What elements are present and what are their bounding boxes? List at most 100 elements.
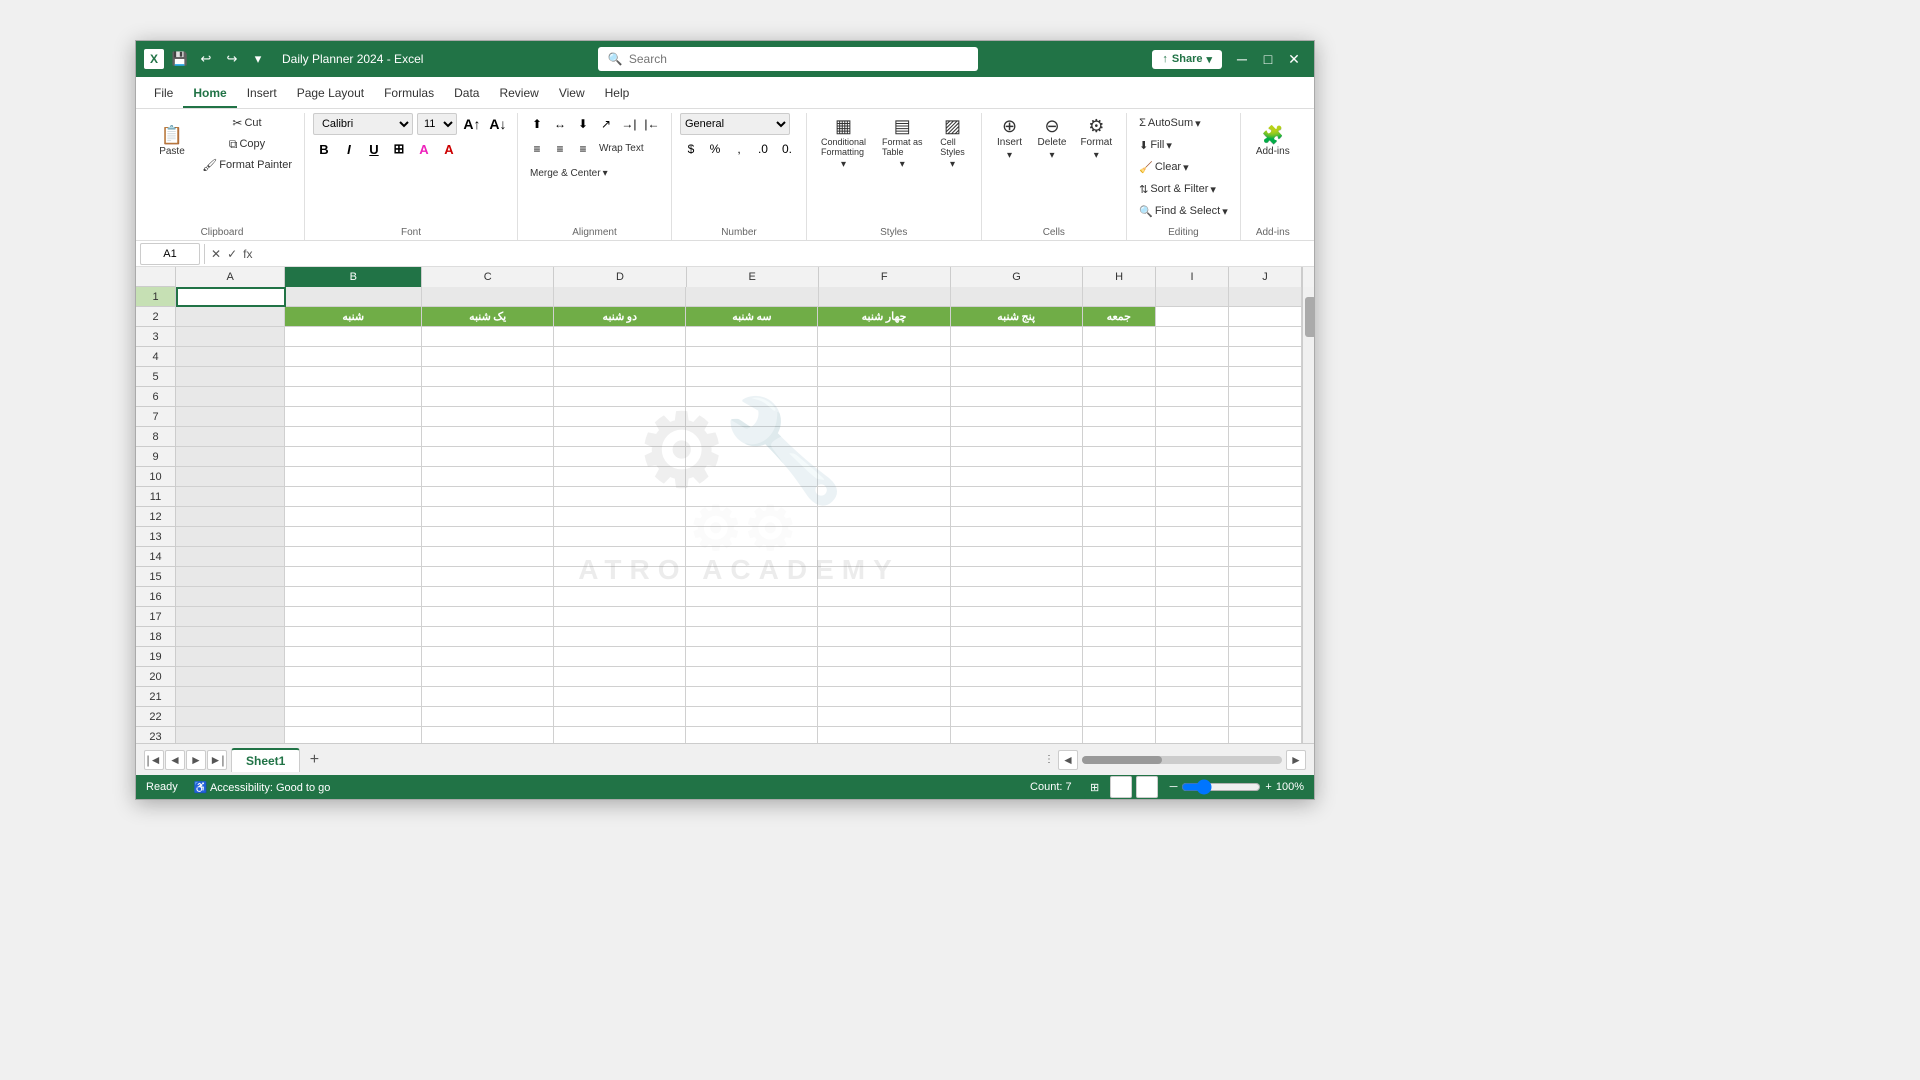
row-header-8[interactable]: 8 — [136, 427, 176, 447]
cell-F21[interactable] — [818, 687, 950, 707]
cell-F5[interactable] — [818, 367, 950, 387]
cell-D7[interactable] — [554, 407, 686, 427]
tab-formulas[interactable]: Formulas — [374, 80, 444, 108]
cell-H11[interactable] — [1083, 487, 1156, 507]
cell-H13[interactable] — [1083, 527, 1156, 547]
align-left-button[interactable]: ≡ — [526, 138, 548, 160]
cell-E19[interactable] — [686, 647, 818, 667]
cell-I22[interactable] — [1156, 707, 1229, 727]
cell-I15[interactable] — [1156, 567, 1229, 587]
cell-B2[interactable]: شنبه — [285, 307, 422, 327]
cell-A16[interactable] — [176, 587, 285, 607]
cell-J14[interactable] — [1229, 547, 1302, 567]
cell-F3[interactable] — [818, 327, 950, 347]
cell-G11[interactable] — [951, 487, 1083, 507]
cell-D14[interactable] — [554, 547, 686, 567]
horizontal-scrollbar[interactable] — [1082, 756, 1282, 764]
cell-H2[interactable]: جمعه — [1083, 307, 1156, 327]
comma-button[interactable]: , — [728, 138, 750, 160]
cell-reference-box[interactable]: A1 — [140, 243, 200, 265]
cell-D1[interactable] — [554, 287, 686, 307]
row-header-20[interactable]: 20 — [136, 667, 176, 687]
cell-C1[interactable] — [422, 287, 554, 307]
cell-G12[interactable] — [951, 507, 1083, 527]
cell-E23[interactable] — [686, 727, 818, 743]
cell-D17[interactable] — [554, 607, 686, 627]
cell-C14[interactable] — [422, 547, 554, 567]
cell-I14[interactable] — [1156, 547, 1229, 567]
cell-G15[interactable] — [951, 567, 1083, 587]
cell-C19[interactable] — [422, 647, 554, 667]
tab-insert[interactable]: Insert — [237, 80, 287, 108]
align-center-button[interactable]: ≡ — [549, 138, 571, 160]
cell-F16[interactable] — [818, 587, 950, 607]
cell-I11[interactable] — [1156, 487, 1229, 507]
percent-button[interactable]: % — [704, 138, 726, 160]
cell-B12[interactable] — [285, 507, 422, 527]
col-header-E[interactable]: E — [687, 267, 819, 287]
cell-I7[interactable] — [1156, 407, 1229, 427]
formula-input[interactable] — [258, 243, 1310, 265]
cell-F8[interactable] — [818, 427, 950, 447]
h-scroll-thumb[interactable] — [1082, 756, 1162, 764]
cell-B1[interactable] — [286, 287, 423, 307]
merge-center-button[interactable]: Merge & Center ▾ — [526, 163, 612, 183]
cell-H23[interactable] — [1083, 727, 1156, 743]
page-break-view-button[interactable]: ⊠ — [1136, 776, 1158, 798]
cell-I2[interactable] — [1156, 307, 1229, 327]
cell-A14[interactable] — [176, 547, 285, 567]
cell-G21[interactable] — [951, 687, 1083, 707]
cell-I3[interactable] — [1156, 327, 1229, 347]
decrease-decimal-button[interactable]: 0. — [776, 138, 798, 160]
cell-C16[interactable] — [422, 587, 554, 607]
cell-A3[interactable] — [176, 327, 285, 347]
cell-E22[interactable] — [686, 707, 818, 727]
cell-B5[interactable] — [285, 367, 422, 387]
cell-G7[interactable] — [951, 407, 1083, 427]
row-header-18[interactable]: 18 — [136, 627, 176, 647]
cell-J8[interactable] — [1229, 427, 1302, 447]
cell-G23[interactable] — [951, 727, 1083, 743]
share-button[interactable]: ↑ Share ▾ — [1152, 50, 1222, 69]
cell-J22[interactable] — [1229, 707, 1302, 727]
cell-J23[interactable] — [1229, 727, 1302, 743]
cell-B20[interactable] — [285, 667, 422, 687]
col-header-J[interactable]: J — [1229, 267, 1302, 287]
cell-A11[interactable] — [176, 487, 285, 507]
tab-home[interactable]: Home — [183, 80, 236, 108]
cell-C12[interactable] — [422, 507, 554, 527]
cell-B9[interactable] — [285, 447, 422, 467]
cell-B22[interactable] — [285, 707, 422, 727]
orientation-button[interactable]: ↗ — [595, 113, 617, 135]
cell-F13[interactable] — [818, 527, 950, 547]
conditional-formatting-button[interactable]: ▦ ConditionalFormatting ▾ — [815, 113, 872, 174]
cell-J17[interactable] — [1229, 607, 1302, 627]
cell-A12[interactable] — [176, 507, 285, 527]
sheet-nav-last[interactable]: ►| — [207, 750, 227, 770]
bold-button[interactable]: B — [313, 138, 335, 160]
cell-J6[interactable] — [1229, 387, 1302, 407]
format-as-table-button[interactable]: ▤ Format asTable ▾ — [876, 113, 929, 174]
cell-F1[interactable] — [819, 287, 951, 307]
confirm-formula-button[interactable]: ✓ — [225, 245, 239, 263]
tab-page-layout[interactable]: Page Layout — [287, 80, 374, 108]
cell-J9[interactable] — [1229, 447, 1302, 467]
autosum-button[interactable]: Σ AutoSum ▾ — [1135, 113, 1205, 133]
redo-button[interactable]: ↪ — [222, 49, 242, 69]
search-bar[interactable]: 🔍 — [598, 47, 978, 71]
underline-button[interactable]: U — [363, 138, 385, 160]
cell-F17[interactable] — [818, 607, 950, 627]
cell-J5[interactable] — [1229, 367, 1302, 387]
cell-D4[interactable] — [554, 347, 686, 367]
row-header-7[interactable]: 7 — [136, 407, 176, 427]
row-header-9[interactable]: 9 — [136, 447, 176, 467]
cell-H20[interactable] — [1083, 667, 1156, 687]
cell-J12[interactable] — [1229, 507, 1302, 527]
row-header-3[interactable]: 3 — [136, 327, 176, 347]
cell-A15[interactable] — [176, 567, 285, 587]
clear-button[interactable]: 🧹 Clear ▾ — [1135, 157, 1193, 177]
cell-A17[interactable] — [176, 607, 285, 627]
row-header-6[interactable]: 6 — [136, 387, 176, 407]
row-header-21[interactable]: 21 — [136, 687, 176, 707]
corner-cell[interactable] — [136, 267, 176, 287]
